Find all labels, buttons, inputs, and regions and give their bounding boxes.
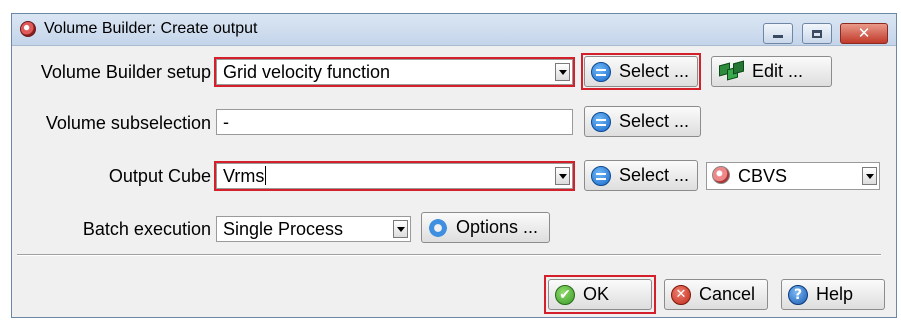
gear-icon — [427, 216, 449, 239]
select-icon — [591, 165, 611, 186]
batch-combobox-value: Single Process — [223, 219, 344, 239]
maximize-button[interactable] — [802, 23, 832, 44]
divider — [17, 254, 881, 256]
cancel-button[interactable]: ✕ Cancel — [664, 279, 768, 310]
cancel-icon: ✕ — [671, 284, 691, 305]
close-button[interactable]: ✕ — [840, 23, 888, 44]
batch-options-button[interactable]: Options ... — [421, 212, 550, 243]
setup-select-label: Select ... — [619, 61, 690, 81]
title-bar[interactable]: Volume Builder: Create output ✕ — [12, 14, 896, 46]
maximize-icon — [812, 29, 822, 38]
app-icon — [20, 21, 36, 37]
output-label: Output Cube — [108, 166, 211, 186]
setup-combobox-value: Grid velocity function — [223, 62, 391, 82]
setup-edit-label: Edit ... — [752, 61, 804, 81]
setup-combobox[interactable]: Grid velocity function — [216, 59, 573, 85]
ok-button[interactable]: ✔ OK — [548, 279, 652, 310]
ok-label: OK — [583, 284, 610, 304]
window-title: Volume Builder: Create output — [44, 20, 258, 37]
subselection-select-button[interactable]: Select ... — [584, 106, 701, 137]
checkmark-icon: ✔ — [555, 284, 575, 305]
chevron-down-icon[interactable] — [555, 63, 570, 81]
setup-label: Volume Builder setup — [40, 62, 211, 82]
output-select-button[interactable]: Select ... — [584, 160, 698, 191]
batch-options-label: Options ... — [456, 217, 539, 237]
subselection-value: - — [223, 112, 229, 132]
output-select-label: Select ... — [619, 165, 690, 185]
help-label: Help — [816, 284, 854, 304]
batch-label: Batch execution — [82, 219, 211, 239]
select-icon — [591, 61, 611, 82]
subselection-select-label: Select ... — [619, 111, 690, 131]
text-caret — [265, 166, 267, 185]
help-button[interactable]: ? Help — [781, 279, 885, 310]
output-format-value: CBVS — [738, 166, 788, 186]
chevron-down-icon[interactable] — [555, 167, 570, 185]
setup-edit-button[interactable]: Edit ... — [711, 56, 832, 87]
help-icon: ? — [788, 284, 808, 305]
chevron-down-icon[interactable] — [393, 220, 408, 238]
output-format-combobox[interactable]: CBVS — [706, 162, 880, 190]
output-combobox[interactable]: Vrms — [216, 163, 573, 189]
output-combobox-value: Vrms — [223, 166, 267, 186]
chevron-down-icon[interactable] — [862, 167, 877, 185]
batch-combobox[interactable]: Single Process — [216, 216, 411, 242]
subselection-field[interactable]: - — [216, 109, 573, 135]
minimize-icon — [773, 35, 783, 38]
minimize-button[interactable] — [763, 23, 793, 44]
edit-cubes-icon — [718, 60, 744, 82]
close-icon: ✕ — [857, 24, 871, 42]
select-icon — [591, 111, 611, 132]
cancel-label: Cancel — [699, 284, 756, 304]
cbvs-format-icon — [712, 166, 730, 184]
subselection-label: Volume subselection — [45, 113, 211, 133]
setup-select-button[interactable]: Select ... — [584, 56, 698, 87]
